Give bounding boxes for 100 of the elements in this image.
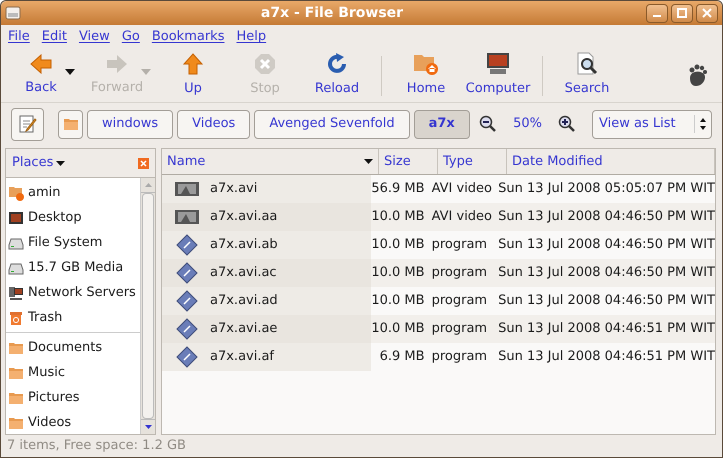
sidebar-item[interactable]: Videos [6,410,140,435]
date-modified: Sun 13 Jul 2008 04:46:51 PM WIT [497,348,715,366]
date-modified: Sun 13 Jul 2008 04:46:50 PM WIT [497,208,715,226]
file-type: program [430,348,488,366]
notepad-pencil-icon [18,114,38,134]
column-header[interactable]: Date Modified [507,149,715,174]
search-icon [575,52,599,76]
sidebar-item[interactable]: 15.7 GB Media [6,255,140,280]
menu-item[interactable]: View [78,27,111,47]
computer-icon [485,52,511,76]
network-icon [8,284,24,300]
sidebar-item[interactable]: Trash [6,305,140,330]
file-name: a7x.avi [210,180,258,198]
zoom-out-icon[interactable] [479,115,498,133]
toolbar-button[interactable]: Search [551,50,623,100]
trash-icon [8,310,24,326]
stop-icon [253,52,277,76]
date-modified: Sun 13 Jul 2008 04:46:50 PM WIT [497,264,715,282]
program-diamond-icon [176,346,198,368]
menu-item[interactable]: Help [235,27,268,47]
toolbar-button[interactable]: Up [157,50,229,100]
path-button[interactable]: windows [87,110,174,138]
file-type: AVI video [430,208,494,226]
file-row[interactable]: a7x.avi.ab 10.0 MB program Sun 13 Jul 2008 04:46:50 PM WIT [162,231,715,259]
dropdown-arrow-icon [56,160,66,166]
close-icon[interactable] [138,158,149,168]
sidebar-item[interactable]: Music [6,360,140,385]
column-header[interactable]: Name [162,149,379,174]
file-type: program [430,264,488,282]
minimize-button[interactable] [646,4,668,22]
menu-item[interactable]: Go [120,27,141,47]
toolbar-button[interactable]: Back [5,50,77,100]
date-modified: Sun 13 Jul 2008 05:05:07 PM WIT [497,180,715,198]
file-type: program [430,292,488,310]
path-button[interactable]: Videos [177,110,250,138]
date-modified: Sun 13 Jul 2008 04:46:51 PM WIT [497,320,715,338]
folder-icon [62,116,78,132]
date-modified: Sun 13 Jul 2008 04:46:50 PM WIT [497,236,715,254]
close-button[interactable] [696,4,718,22]
toolbar-button[interactable]: Computer [462,50,534,100]
file-name: a7x.avi.ab [210,236,278,254]
minimize-icon [653,15,661,17]
program-diamond-icon [176,262,198,284]
zoom-in-icon[interactable] [558,115,576,133]
window-menu-icon[interactable] [5,6,21,20]
places-dropdown[interactable]: Places [12,153,66,173]
file-name: a7x.avi.ac [210,264,277,282]
file-size: 10.0 MB [370,208,426,226]
program-diamond-icon [176,290,198,312]
toolbar-button[interactable]: Home [390,50,462,100]
file-size: 10.0 MB [370,292,426,310]
scroll-down-icon[interactable] [144,425,152,429]
view-select[interactable]: View as List [592,110,712,138]
file-size: 56.9 MB [370,180,426,198]
file-size: 10.0 MB [370,320,426,338]
date-modified: Sun 13 Jul 2008 04:46:50 PM WIT [497,292,715,310]
sidebar-item[interactable]: Network Servers [6,280,140,305]
toolbar-button[interactable]: Reload [301,50,373,100]
maximize-button[interactable] [671,4,693,22]
menu-item[interactable]: Edit [40,27,68,47]
column-header[interactable]: Type [438,149,507,174]
file-size: 10.0 MB [370,236,426,254]
file-row[interactable]: a7x.avi.ac 10.0 MB program Sun 13 Jul 2008 04:46:50 PM WIT [162,259,715,287]
maximize-icon [677,8,687,18]
file-row[interactable]: a7x.avi.af 6.9 MB program Sun 13 Jul 2008 04:46:51 PM WIT [162,343,715,371]
path-button[interactable]: Avenged Sevenfold [254,110,410,138]
file-row[interactable]: a7x.avi.aa 10.0 MB AVI video Sun 13 Jul 2008 04:46:50 PM WIT [162,203,715,231]
sidebar-item[interactable]: Desktop [6,205,140,230]
file-name: a7x.avi.af [210,348,274,366]
home-folder-icon [413,52,439,76]
window-title: a7x - File Browser [260,4,404,22]
desktop-icon [8,210,24,226]
file-row[interactable]: a7x.avi 56.9 MB AVI video Sun 13 Jul 2008 05:05:07 PM WIT [162,175,715,203]
file-row[interactable]: a7x.avi.ad 10.0 MB program Sun 13 Jul 2008 04:46:50 PM WIT [162,287,715,315]
up-arrow-icon [182,52,204,76]
file-type: AVI video [430,180,494,198]
path-button[interactable]: a7x [414,110,470,138]
sort-arrow-icon [364,159,373,164]
program-diamond-icon [176,234,198,256]
location-edit-button[interactable] [11,108,44,140]
file-type: program [430,320,488,338]
column-header[interactable]: Size [379,149,438,174]
status-text: 7 items, Free space: 1.2 GB [7,437,186,456]
right-arrow-icon [105,53,129,76]
menu-item[interactable]: File [7,27,31,47]
video-thumbnail-icon [175,210,199,224]
menu-item[interactable]: Bookmarks [150,27,226,47]
sidebar-item[interactable]: Pictures [6,385,140,410]
zoom-level: 50% [512,115,543,134]
video-thumbnail-icon [175,182,199,196]
file-size: 10.0 MB [370,264,426,282]
sidebar-item[interactable]: File System [6,230,140,255]
sidebar-item[interactable]: amin [6,180,140,205]
file-type: program [430,236,488,254]
sidebar-item[interactable]: Documents [6,335,140,360]
file-name: a7x.avi.aa [210,208,278,226]
file-size: 6.9 MB [378,348,426,366]
dropdown-arrow-icon[interactable] [65,68,75,74]
scrollbar[interactable] [140,178,155,434]
file-row[interactable]: a7x.avi.ae 10.0 MB program Sun 13 Jul 2008 04:46:51 PM WIT [162,315,715,343]
